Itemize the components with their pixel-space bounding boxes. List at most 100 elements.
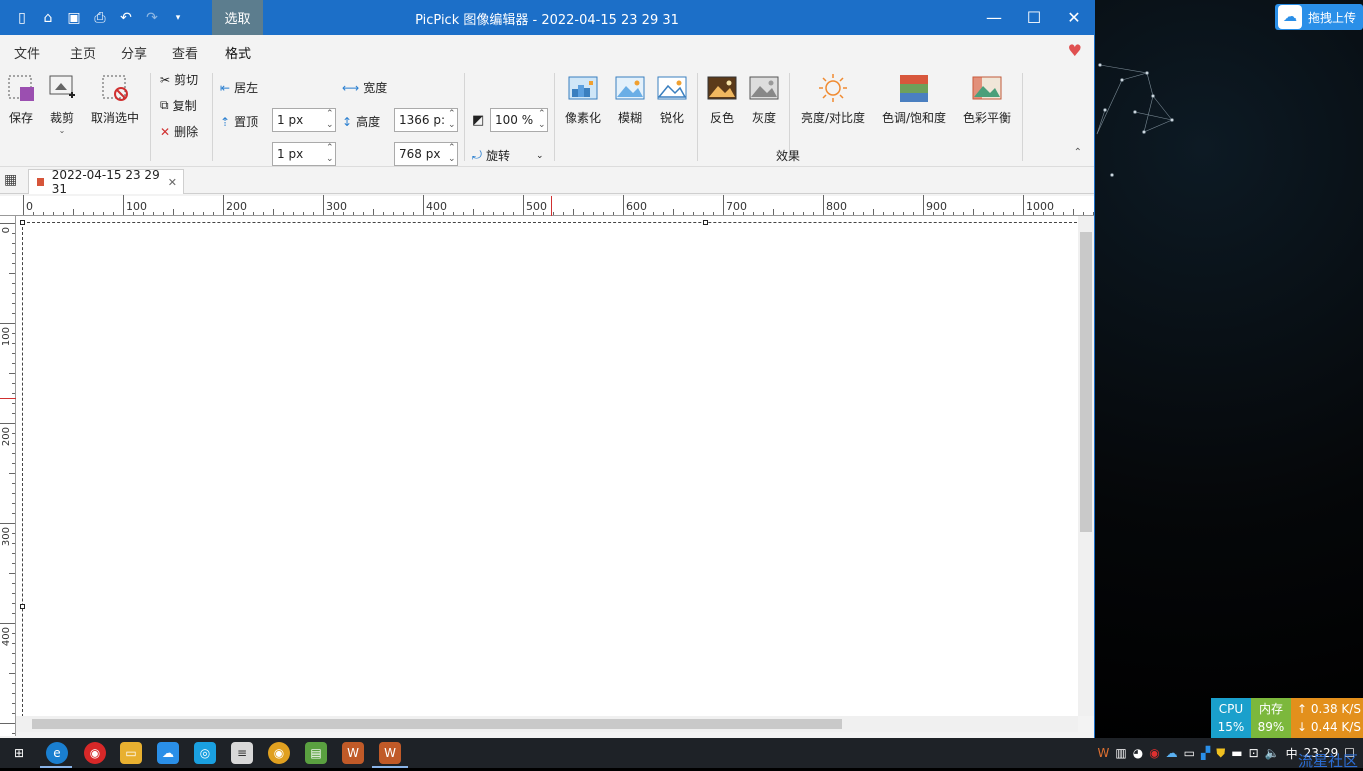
- app-icon[interactable]: ▤: [305, 742, 327, 764]
- file-explorer-icon[interactable]: ▭: [120, 742, 142, 764]
- tab-file[interactable]: 文件: [14, 43, 40, 62]
- close-icon[interactable]: ✕: [1054, 0, 1094, 35]
- ruler-tick: [12, 703, 15, 704]
- heart-icon[interactable]: ♥: [1068, 41, 1082, 60]
- network-icon[interactable]: ⊡: [1249, 746, 1259, 760]
- ruler-tick: [9, 673, 15, 674]
- hue-saturation-button[interactable]: 色调/饱和度: [879, 73, 949, 126]
- browser-icon[interactable]: ◎: [194, 742, 216, 764]
- grayscale-button[interactable]: 灰度: [746, 73, 782, 126]
- grid-view-icon[interactable]: ▦: [4, 172, 17, 188]
- selection-handle[interactable]: [20, 220, 25, 225]
- ruler-tick: [483, 212, 484, 215]
- download-speed-value: 0.44 K/S: [1310, 720, 1361, 734]
- copy-label: 复制: [172, 99, 197, 113]
- security-icon[interactable]: ⛊: [1216, 746, 1225, 761]
- cpu-box: CPU 15%: [1211, 698, 1251, 738]
- ruler-tick: [12, 693, 15, 694]
- deselect-button[interactable]: 取消选中: [88, 73, 142, 126]
- battery-icon[interactable]: ▬: [1231, 746, 1242, 760]
- edge-icon[interactable]: e: [46, 742, 68, 764]
- ruler-tick: [213, 212, 214, 215]
- netease-music-icon[interactable]: ◉: [84, 742, 106, 764]
- tab-format[interactable]: 格式: [225, 43, 252, 68]
- delete-button[interactable]: ✕ 删除: [160, 123, 198, 140]
- ruler-tick: [623, 195, 624, 215]
- invert-button[interactable]: 反色: [704, 73, 740, 126]
- ruler-tick: [393, 212, 394, 215]
- window-controls: — ☐ ✕: [974, 0, 1094, 35]
- horizontal-scrollbar[interactable]: [16, 716, 1078, 732]
- selection-handle[interactable]: [20, 604, 25, 609]
- ruler-tick: [12, 603, 15, 604]
- upload-widget[interactable]: ☁ 拖拽上传: [1275, 4, 1363, 30]
- ruler-tick: [203, 212, 204, 215]
- ruler-tick: [12, 613, 15, 614]
- tray-app-icon[interactable]: ▥: [1115, 746, 1126, 760]
- ruler-tick: [823, 195, 824, 215]
- ruler-tick: [453, 212, 454, 215]
- tab-view[interactable]: 查看: [172, 43, 198, 62]
- network-app-icon[interactable]: ▞: [1201, 746, 1210, 760]
- align-top-label: ⇡ 置顶: [220, 113, 258, 130]
- ruler-tick: [573, 209, 574, 215]
- ruler-tick: [83, 212, 84, 215]
- notepad-icon[interactable]: ≡: [231, 742, 253, 764]
- save-button[interactable]: 保存: [4, 73, 38, 126]
- download-speed: ↓ 0.44 K/S: [1297, 720, 1361, 734]
- horizontal-scroll-thumb[interactable]: [32, 719, 842, 729]
- cut-button[interactable]: ✂ 剪切: [160, 71, 198, 88]
- minimize-icon[interactable]: —: [974, 0, 1014, 35]
- qq-icon[interactable]: ◕: [1133, 746, 1143, 760]
- rotate-button[interactable]: ⤾ 旋转 ⌄: [472, 147, 544, 164]
- monitor-icon[interactable]: ▭: [1184, 746, 1195, 760]
- top-offset-input[interactable]: 1 px: [272, 142, 336, 166]
- ruler-tick: [953, 212, 954, 215]
- sharpen-button[interactable]: 锐化: [654, 73, 690, 126]
- close-tab-icon[interactable]: ✕: [168, 176, 177, 189]
- start-icon[interactable]: ⊞: [8, 742, 30, 764]
- ruler-tick: [1023, 195, 1024, 215]
- baidu-tray-icon[interactable]: ☁: [1166, 746, 1178, 760]
- pixelate-button[interactable]: 像素化: [562, 73, 604, 126]
- picpick-editor-taskbar-icon[interactable]: W: [379, 742, 401, 764]
- ruler-tick: [0, 623, 15, 624]
- ruler-tick: [723, 195, 724, 215]
- volume-icon[interactable]: 🔈: [1265, 746, 1280, 760]
- brightness-contrast-button[interactable]: 亮度/对比度: [798, 73, 868, 126]
- width-icon: ⟷: [342, 80, 360, 95]
- copy-button[interactable]: ⧉ 复制: [160, 97, 197, 114]
- tab-share[interactable]: 分享: [121, 43, 147, 62]
- document-tab[interactable]: 2022-04-15 23 29 31 ✕: [28, 168, 184, 196]
- ruler-label: 200: [226, 200, 247, 213]
- height-input[interactable]: 768 px: [394, 142, 458, 166]
- width-input[interactable]: 1366 p:: [394, 108, 458, 132]
- collapse-ribbon-icon[interactable]: ⌃: [1074, 147, 1082, 158]
- align-left-label: ⇤ 居左: [220, 79, 258, 96]
- ruler-tick: [12, 483, 15, 484]
- selection-handle[interactable]: [703, 220, 708, 225]
- tab-home[interactable]: 主页: [70, 43, 96, 62]
- ime-indicator[interactable]: 中: [1286, 745, 1298, 762]
- selection-marquee[interactable]: [22, 222, 1082, 722]
- maximize-icon[interactable]: ☐: [1014, 0, 1054, 35]
- color-balance-button[interactable]: 色彩平衡: [958, 73, 1016, 126]
- picpick-tray-icon[interactable]: W: [1097, 746, 1109, 760]
- baidu-netdisk-icon[interactable]: ☁: [157, 742, 179, 764]
- chrome-icon[interactable]: ◉: [268, 742, 290, 764]
- ruler-label: 700: [726, 200, 747, 213]
- picpick-taskbar-icon[interactable]: W: [342, 742, 364, 764]
- zoom-input[interactable]: 100 %: [490, 108, 548, 132]
- blur-button[interactable]: 模糊: [612, 73, 648, 126]
- vertical-scrollbar[interactable]: [1078, 216, 1094, 716]
- ruler-tick: [63, 212, 64, 215]
- ruler-tick: [23, 195, 24, 215]
- ruler-tick: [423, 195, 424, 215]
- ruler-tick: [603, 212, 604, 215]
- netease-tray-icon[interactable]: ◉: [1149, 746, 1159, 760]
- vertical-scroll-thumb[interactable]: [1080, 232, 1092, 532]
- ruler-tick: [983, 212, 984, 215]
- left-offset-input[interactable]: 1 px: [272, 108, 336, 132]
- ruler-tick: [12, 383, 15, 384]
- crop-button[interactable]: 裁剪 ⌄: [44, 73, 80, 135]
